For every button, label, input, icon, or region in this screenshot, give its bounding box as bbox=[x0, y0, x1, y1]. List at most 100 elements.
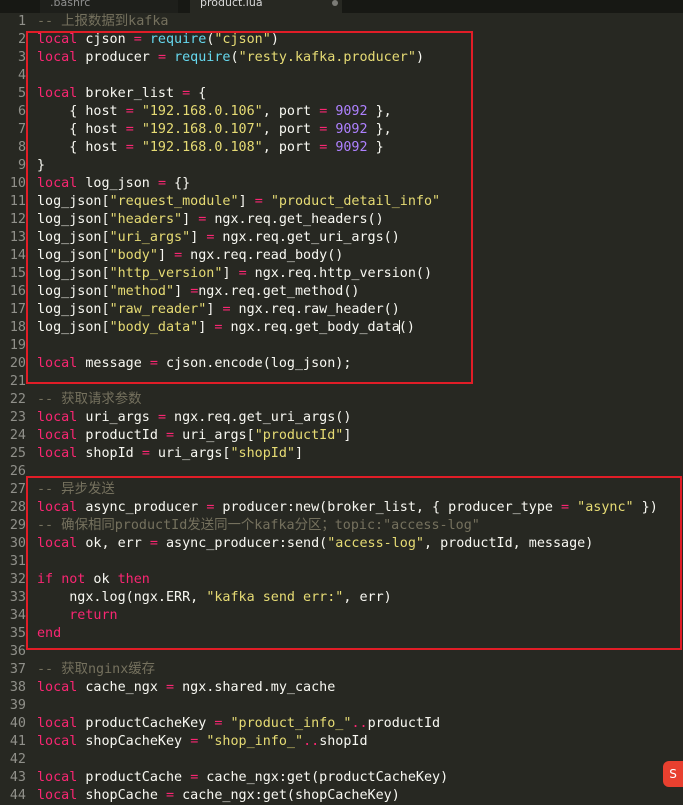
code-line[interactable]: local productCacheKey = "product_info_".… bbox=[37, 715, 683, 733]
code-token: -- 获取nginx缓存 bbox=[37, 662, 156, 677]
line-number: 30 bbox=[9, 536, 26, 551]
line-number: 41 bbox=[9, 734, 26, 749]
line-number: 17 bbox=[9, 302, 26, 317]
line-number: 18 bbox=[9, 320, 26, 335]
line-number: 1 bbox=[17, 14, 26, 29]
code-token: .. bbox=[303, 734, 320, 749]
line-number: 29 bbox=[9, 518, 26, 533]
code-token: productCache bbox=[77, 770, 191, 785]
line-number: 23 bbox=[9, 410, 26, 425]
line-number: 5 bbox=[17, 86, 26, 101]
code-token: uri_args[ bbox=[149, 446, 231, 461]
code-token: = bbox=[157, 410, 166, 425]
line-number: 12 bbox=[9, 212, 26, 227]
line-number-gutter: 1 2 3 4 5 6 7 8 9 10 11 12 13 14 15 16 17 18 19 20 21 22 23 24 2… bbox=[0, 13, 26, 805]
code-token: ] bbox=[343, 428, 352, 443]
line-number: 22 bbox=[9, 392, 26, 407]
code-line[interactable]: local uri_args = ngx.req.get_uri_args() bbox=[37, 409, 683, 427]
code-token: "productId" bbox=[254, 428, 344, 443]
code-token: shopCacheKey bbox=[77, 734, 191, 749]
code-token: ngx.shared.my_cache bbox=[174, 680, 336, 695]
code-token: local bbox=[37, 446, 78, 461]
code-token: -- 上报数据到kafka bbox=[37, 14, 169, 29]
code-token: .. bbox=[351, 716, 368, 731]
tab-label: .bashrc bbox=[50, 0, 91, 9]
line-number: 14 bbox=[9, 248, 26, 263]
code-token: local bbox=[37, 788, 78, 803]
line-number: 44 bbox=[9, 788, 26, 803]
line-number: 21 bbox=[9, 374, 26, 389]
code-token: productId bbox=[367, 716, 441, 731]
line-number: 40 bbox=[9, 716, 26, 731]
code-line[interactable]: -- 获取nginx缓存 bbox=[37, 661, 683, 679]
code-token: "product_info_" bbox=[230, 716, 352, 731]
code-line[interactable] bbox=[37, 751, 683, 769]
code-token: productId bbox=[77, 428, 166, 443]
code-token: "shop_info_" bbox=[206, 734, 304, 749]
code-line[interactable]: local productId = uri_args["productId"] bbox=[37, 427, 683, 445]
line-number: 19 bbox=[9, 338, 26, 353]
line-number: 11 bbox=[9, 194, 26, 209]
code-token: cache_ngx:get(shopCacheKey) bbox=[174, 788, 400, 803]
line-number: 25 bbox=[9, 446, 26, 461]
highlight-box-async-send bbox=[26, 476, 682, 650]
unsaved-dot-icon[interactable] bbox=[332, 0, 338, 6]
code-token: uri_args bbox=[77, 410, 158, 425]
code-line[interactable]: -- 获取请求参数 bbox=[37, 391, 683, 409]
tab-bar: .bashrc product.lua bbox=[0, 0, 683, 13]
code-line[interactable]: local cache_ngx = ngx.shared.my_cache bbox=[37, 679, 683, 697]
line-number: 28 bbox=[9, 500, 26, 515]
code-token: local bbox=[37, 428, 78, 443]
code-token: shopCache bbox=[77, 788, 166, 803]
code-token: ngx.req.get_uri_args() bbox=[166, 410, 352, 425]
code-token: "shopId" bbox=[230, 446, 296, 461]
tab-bashrc[interactable]: .bashrc bbox=[40, 0, 178, 13]
line-number: 39 bbox=[9, 698, 26, 713]
line-number: 31 bbox=[9, 554, 26, 569]
line-number: 36 bbox=[9, 644, 26, 659]
line-number: 43 bbox=[9, 770, 26, 785]
code-line[interactable]: -- 上报数据到kafka bbox=[37, 13, 683, 31]
code-token: = bbox=[166, 788, 175, 803]
code-line[interactable]: local shopCacheKey = "shop_info_"..shopI… bbox=[37, 733, 683, 751]
s5-logo-icon[interactable]: S bbox=[663, 761, 683, 787]
code-line[interactable]: local productCache = cache_ngx:get(produ… bbox=[37, 769, 683, 787]
code-token: = bbox=[166, 428, 175, 443]
line-number: 38 bbox=[9, 680, 26, 695]
line-number: 2 bbox=[17, 32, 26, 47]
code-token: cache_ngx bbox=[77, 680, 166, 695]
line-number: 4 bbox=[17, 68, 26, 83]
code-token: -- 获取请求参数 bbox=[37, 392, 142, 407]
code-token: cache_ngx:get(productCacheKey) bbox=[198, 770, 449, 785]
line-number: 35 bbox=[9, 626, 26, 641]
tab-label: product.lua bbox=[200, 0, 263, 9]
code-token: local bbox=[37, 410, 78, 425]
line-number: 16 bbox=[9, 284, 26, 299]
line-number: 8 bbox=[17, 140, 26, 155]
code-line[interactable]: local shopCache = cache_ngx:get(shopCach… bbox=[37, 787, 683, 805]
line-number: 26 bbox=[9, 464, 26, 479]
code-line[interactable] bbox=[37, 697, 683, 715]
code-token: = bbox=[166, 680, 175, 695]
line-number: 37 bbox=[9, 662, 26, 677]
code-token: local bbox=[37, 734, 78, 749]
line-number: 7 bbox=[17, 122, 26, 137]
line-number: 27 bbox=[9, 482, 26, 497]
line-number: 3 bbox=[17, 50, 26, 65]
code-token: productCacheKey bbox=[77, 716, 215, 731]
highlight-box-kafka-setup bbox=[26, 31, 473, 384]
line-number: 13 bbox=[9, 230, 26, 245]
line-number: 15 bbox=[9, 266, 26, 281]
code-line[interactable]: local shopId = uri_args["shopId"] bbox=[37, 445, 683, 463]
line-number: 10 bbox=[9, 176, 26, 191]
line-number: 9 bbox=[17, 158, 26, 173]
line-number: 24 bbox=[9, 428, 26, 443]
line-number: 33 bbox=[9, 590, 26, 605]
line-number: 34 bbox=[9, 608, 26, 623]
code-token: shopId bbox=[319, 734, 368, 749]
line-number: 42 bbox=[9, 752, 26, 767]
code-token: local bbox=[37, 716, 78, 731]
code-token: = bbox=[141, 446, 150, 461]
tab-product-lua[interactable]: product.lua bbox=[190, 0, 342, 13]
